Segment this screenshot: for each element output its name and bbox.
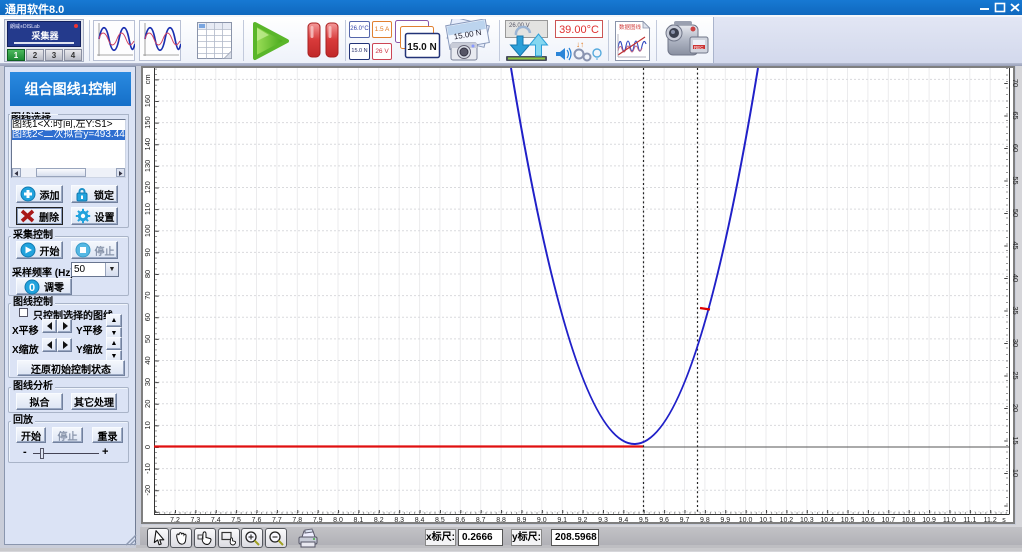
svg-text:数据图线: 数据图线 xyxy=(619,23,642,31)
svg-text:-10: -10 xyxy=(143,463,152,474)
svg-text:15: 15 xyxy=(1011,436,1020,444)
svg-text:10.5: 10.5 xyxy=(841,517,855,524)
svg-text:10.7: 10.7 xyxy=(881,517,895,524)
svg-text:9.8: 9.8 xyxy=(700,517,710,524)
svg-text:10.4: 10.4 xyxy=(820,517,834,524)
svg-text:8.0: 8.0 xyxy=(333,517,343,524)
svg-text:20: 20 xyxy=(143,400,152,408)
svg-text:10.6: 10.6 xyxy=(861,517,875,524)
svg-text:9.7: 9.7 xyxy=(680,517,690,524)
svg-text:9.5: 9.5 xyxy=(639,517,649,524)
svg-text:8.9: 8.9 xyxy=(517,517,527,524)
svg-text:7.6: 7.6 xyxy=(252,517,262,524)
svg-text:9.3: 9.3 xyxy=(598,517,608,524)
svg-text:40: 40 xyxy=(143,356,152,364)
svg-text:25: 25 xyxy=(1011,371,1020,379)
svg-text:70: 70 xyxy=(1011,79,1020,87)
svg-text:60: 60 xyxy=(143,313,152,321)
svg-text:7.8: 7.8 xyxy=(292,517,302,524)
svg-text:8.5: 8.5 xyxy=(435,517,445,524)
svg-text:9.4: 9.4 xyxy=(619,517,629,524)
svg-text:40: 40 xyxy=(1011,274,1020,282)
svg-text:160: 160 xyxy=(143,95,152,108)
svg-text:60: 60 xyxy=(1011,144,1020,152)
svg-text:10.0: 10.0 xyxy=(739,517,753,524)
svg-text:15.0 N: 15.0 N xyxy=(407,42,436,53)
svg-text:REC: REC xyxy=(694,45,704,50)
svg-text:8.4: 8.4 xyxy=(415,517,425,524)
svg-text:cm: cm xyxy=(143,74,152,84)
svg-text:20: 20 xyxy=(1011,404,1020,412)
svg-text:55: 55 xyxy=(1011,176,1020,184)
svg-text:↓↑: ↓↑ xyxy=(576,40,584,49)
svg-text:7.7: 7.7 xyxy=(272,517,282,524)
svg-text:9.0: 9.0 xyxy=(537,517,547,524)
svg-text:80: 80 xyxy=(143,270,152,278)
svg-text:9.9: 9.9 xyxy=(720,517,730,524)
svg-text:8.8: 8.8 xyxy=(496,517,506,524)
svg-text:30: 30 xyxy=(1011,339,1020,347)
svg-text:7.2: 7.2 xyxy=(170,517,180,524)
svg-text:50: 50 xyxy=(1011,209,1020,217)
svg-text:9.1: 9.1 xyxy=(557,517,567,524)
svg-text:70: 70 xyxy=(143,291,152,299)
svg-text:120: 120 xyxy=(143,181,152,194)
svg-text:10.2: 10.2 xyxy=(780,517,794,524)
svg-text:30: 30 xyxy=(143,378,152,386)
svg-text:10.9: 10.9 xyxy=(922,517,936,524)
svg-text:65: 65 xyxy=(1011,111,1020,119)
svg-text:11.2: 11.2 xyxy=(984,517,997,524)
svg-text:10.1: 10.1 xyxy=(759,517,773,524)
svg-text:140: 140 xyxy=(143,138,152,151)
svg-text:7.4: 7.4 xyxy=(211,517,221,524)
svg-text:45: 45 xyxy=(1011,241,1020,249)
svg-text:7.9: 7.9 xyxy=(313,517,323,524)
svg-text:7.5: 7.5 xyxy=(231,517,241,524)
svg-text:10.3: 10.3 xyxy=(800,517,814,524)
svg-text:50: 50 xyxy=(143,335,152,343)
svg-text:10.8: 10.8 xyxy=(902,517,916,524)
svg-text:8.7: 8.7 xyxy=(476,517,486,524)
svg-text:9.2: 9.2 xyxy=(578,517,588,524)
svg-text:11.1: 11.1 xyxy=(963,517,976,524)
svg-text:10: 10 xyxy=(143,421,152,429)
svg-text:7.3: 7.3 xyxy=(191,517,201,524)
svg-text:8.2: 8.2 xyxy=(374,517,384,524)
svg-text:90: 90 xyxy=(143,248,152,256)
svg-text:0: 0 xyxy=(143,445,152,449)
svg-text:8.1: 8.1 xyxy=(354,517,364,524)
svg-text:130: 130 xyxy=(143,160,152,173)
svg-text:0: 0 xyxy=(29,282,35,294)
svg-text:8.6: 8.6 xyxy=(455,517,465,524)
svg-text:-20: -20 xyxy=(143,485,152,496)
svg-text:9.6: 9.6 xyxy=(659,517,669,524)
svg-text:100: 100 xyxy=(143,225,152,238)
svg-text:11.0: 11.0 xyxy=(943,517,956,524)
svg-text:8.3: 8.3 xyxy=(394,517,404,524)
svg-text:39.00°C: 39.00°C xyxy=(559,24,599,36)
svg-text:110: 110 xyxy=(143,203,152,215)
svg-text:150: 150 xyxy=(143,116,152,129)
svg-text:35: 35 xyxy=(1011,306,1020,314)
svg-text:10: 10 xyxy=(1011,469,1020,477)
svg-text:s: s xyxy=(1002,517,1006,524)
